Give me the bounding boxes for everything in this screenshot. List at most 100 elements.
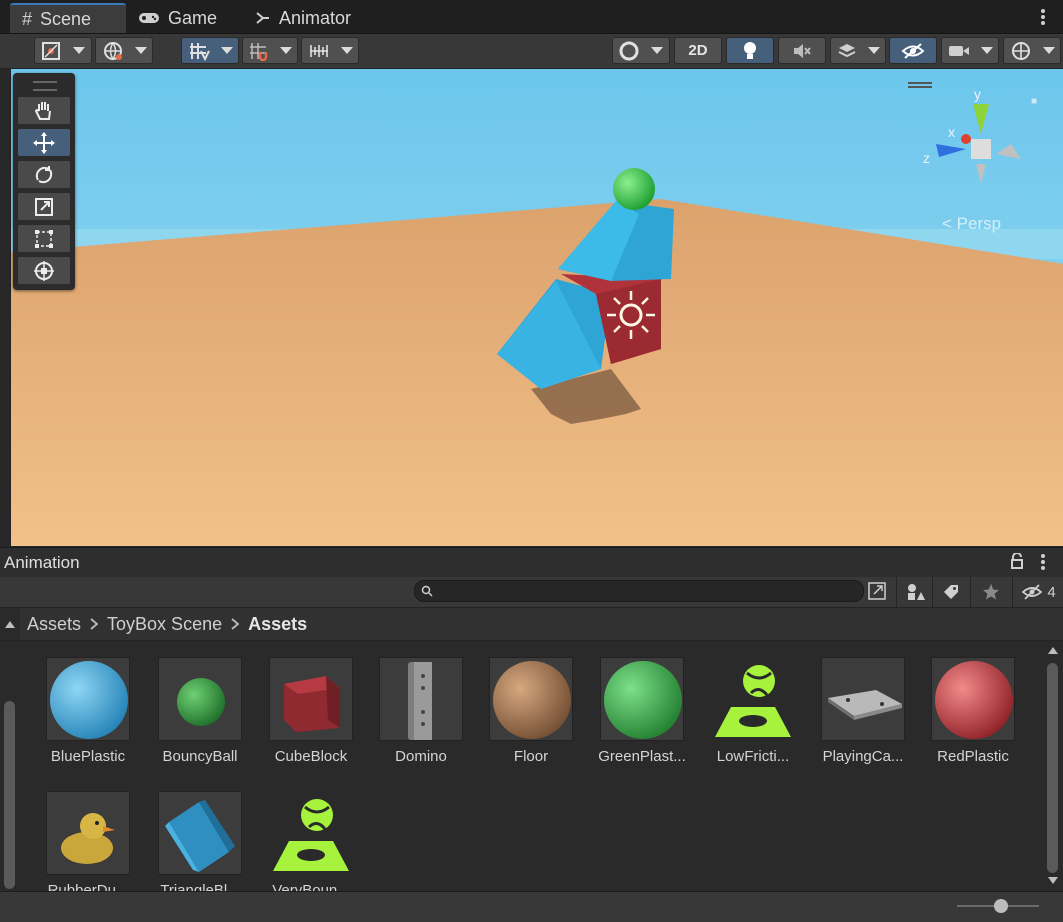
lightbulb-icon <box>744 41 756 59</box>
eye-slash-icon <box>1021 584 1043 600</box>
tab-game[interactable]: Game <box>138 3 217 33</box>
asset-label: RubberDu... <box>47 882 129 891</box>
lock-icon[interactable] <box>1010 552 1024 569</box>
search-input[interactable] <box>414 580 864 602</box>
grid-visibility-dropdown[interactable] <box>301 37 359 64</box>
global-local-dropdown[interactable] <box>95 37 153 64</box>
breadcrumb-item-assets[interactable]: Assets <box>27 614 81 635</box>
asset-item[interactable]: RedPlastic <box>923 657 1023 765</box>
hidden-objects-toggle[interactable] <box>889 37 937 64</box>
asset-item[interactable]: BluePlastic <box>38 657 138 765</box>
shading-mode-dropdown[interactable] <box>612 37 670 64</box>
gizmo-y-label: y <box>974 86 981 102</box>
chevron-down-icon <box>1042 47 1055 54</box>
camera-projection-label[interactable]: < Persp <box>942 214 1001 234</box>
gizmo-x-label: x <box>948 124 955 140</box>
animation-panel-header <box>0 547 1063 578</box>
rect-tool-button[interactable] <box>18 225 70 252</box>
scene-lighting-toggle[interactable] <box>726 37 774 64</box>
move-tool-button[interactable] <box>18 129 70 156</box>
asset-label: CubeBlock <box>274 748 348 765</box>
chevron-down-icon <box>340 47 353 54</box>
project-footer <box>0 891 1063 922</box>
physics-material-icon <box>269 791 353 875</box>
material-thumbnail <box>931 657 1015 741</box>
asset-label: LowFricti... <box>716 748 790 765</box>
asset-label: Floor <box>513 748 549 765</box>
move-arrows-icon <box>33 131 55 154</box>
right-scrollbar[interactable] <box>1043 641 1063 891</box>
more-options-icon[interactable] <box>1040 553 1046 571</box>
effects-dropdown[interactable] <box>830 37 886 64</box>
asset-label: BouncyBall <box>162 748 238 765</box>
asset-grid: BluePlastic BouncyBall CubeBlock Domino … <box>20 641 1043 891</box>
asset-item[interactable]: RubberDu... <box>38 791 138 891</box>
asset-item[interactable]: Domino <box>371 657 471 765</box>
breadcrumb-item-toybox-scene[interactable]: ToyBox Scene <box>107 614 222 635</box>
chevron-down-icon <box>134 47 147 54</box>
mode-2d-label: 2D <box>688 42 708 59</box>
filter-by-label-button[interactable] <box>932 577 969 607</box>
filter-by-type-button[interactable] <box>896 577 933 607</box>
star-icon <box>983 584 999 600</box>
asset-item[interactable]: Floor <box>481 657 581 765</box>
search-icon <box>421 585 433 597</box>
tab-label: Scene <box>40 8 92 29</box>
prefab-thumbnail <box>158 657 242 741</box>
increment-snap-dropdown[interactable] <box>242 37 298 64</box>
tab-scene[interactable]: # Scene <box>10 3 126 33</box>
drag-handle-icon[interactable] <box>33 81 57 91</box>
tab-label: Animator <box>279 7 352 28</box>
asset-item[interactable]: CubeBlock <box>261 657 361 765</box>
panel-title[interactable]: Animation <box>4 553 80 573</box>
breadcrumb: Assets ToyBox Scene Assets <box>0 608 1063 641</box>
scroll-up-button[interactable] <box>0 608 20 640</box>
search-by-window-button[interactable] <box>866 580 888 602</box>
chevron-down-icon <box>980 47 993 54</box>
breadcrumb-item-current[interactable]: Assets <box>248 614 307 635</box>
hidden-packages-toggle[interactable]: 4 <box>1012 577 1063 607</box>
lock-icon[interactable]: ■ <box>1031 96 1037 107</box>
triangle-up-icon <box>5 620 15 628</box>
grid-icon: # <box>22 8 33 29</box>
more-options-icon[interactable] <box>1040 6 1046 28</box>
asset-item[interactable]: LowFricti... <box>703 657 803 765</box>
transform-tool-button[interactable] <box>18 257 70 284</box>
view-tool-button[interactable] <box>18 97 70 124</box>
prefab-thumbnail <box>269 657 353 741</box>
tag-icon <box>944 585 958 599</box>
magnet-grid-icon <box>250 42 268 61</box>
scene-viewport[interactable]: ■ y x z < Persp <box>10 69 1063 546</box>
draw-mode-dropdown[interactable] <box>34 37 92 64</box>
speaker-mute-icon <box>794 43 811 58</box>
prefab-thumbnail <box>821 657 905 741</box>
scrollbar-thumb[interactable] <box>4 701 15 889</box>
gizmo-z-label: z <box>923 150 930 166</box>
material-thumbnail <box>600 657 684 741</box>
left-scrollbar[interactable] <box>0 641 20 891</box>
asset-item[interactable]: VeryBoun... <box>261 791 361 891</box>
prefab-thumbnail <box>379 657 463 741</box>
camera-settings-dropdown[interactable] <box>941 37 999 64</box>
scrollbar-thumb[interactable] <box>1047 663 1058 873</box>
asset-item[interactable]: PlayingCa... <box>813 657 913 765</box>
scale-tool-button[interactable] <box>18 193 70 220</box>
tab-label: Game <box>168 7 218 28</box>
audio-toggle[interactable] <box>778 37 826 64</box>
triangle-down-icon <box>1048 877 1058 884</box>
rotate-tool-button[interactable] <box>18 161 70 188</box>
shapes-icon <box>908 584 925 600</box>
prefab-thumbnail <box>158 791 242 875</box>
gizmos-dropdown[interactable] <box>1003 37 1061 64</box>
asset-item[interactable]: TriangleBl... <box>150 791 250 891</box>
draw-mode-icon <box>42 41 60 60</box>
scene-render[interactable]: ■ <box>11 69 1063 546</box>
asset-item[interactable]: GreenPlast... <box>592 657 692 765</box>
grid-snapping-toggle[interactable] <box>181 37 239 64</box>
icon-size-slider-handle[interactable] <box>994 899 1008 913</box>
favorites-button[interactable] <box>970 577 1011 607</box>
asset-item[interactable]: BouncyBall <box>150 657 250 765</box>
toggle-2d-button[interactable]: 2D <box>674 37 722 64</box>
tab-animator[interactable]: Animator <box>255 3 351 33</box>
view-tab-bar: # Scene Game Animator <box>0 0 1063 34</box>
